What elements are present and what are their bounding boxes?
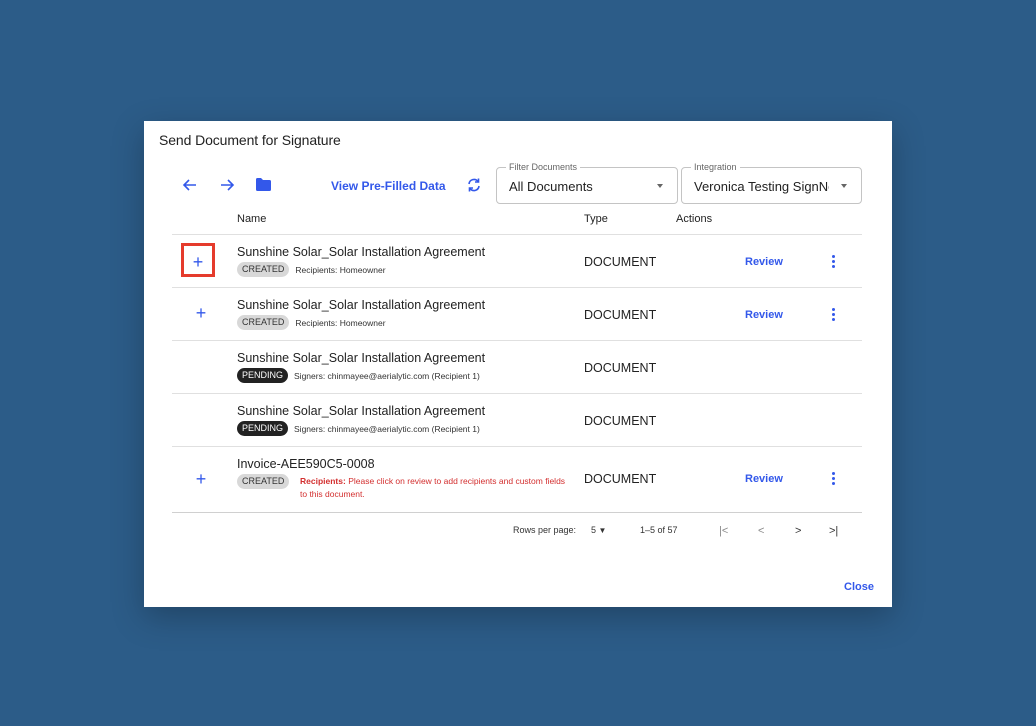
review-button[interactable]: Review: [745, 473, 783, 485]
send-document-dialog: Send Document for Signature View Pre-Fil…: [144, 121, 892, 607]
document-meta: CREATED Recipients: Homeowner: [237, 315, 386, 330]
caret-down-icon: [657, 184, 663, 188]
table-row: Sunshine Solar_Solar Installation Agreem…: [172, 394, 862, 447]
arrow-left-icon[interactable]: [182, 177, 198, 193]
document-name: Sunshine Solar_Solar Installation Agreem…: [237, 404, 486, 418]
caret-down-icon: ▼: [598, 526, 607, 535]
table-row: + Sunshine Solar_Solar Installation Agre…: [172, 288, 862, 341]
recipients-error-text: Recipients: Please click on review to ad…: [300, 475, 570, 501]
table-row: Sunshine Solar_Solar Installation Agreem…: [172, 341, 862, 394]
signers-text: Signers: chinmayee@aerialytic.com (Recip…: [294, 423, 480, 434]
previous-page-icon[interactable]: <: [758, 525, 764, 537]
document-meta: PENDING Signers: chinmayee@aerialytic.co…: [237, 368, 480, 383]
header-type: Type: [584, 213, 608, 225]
table-pagination: Rows per page: 5 ▼ 1–5 of 57 |< < > >|: [144, 521, 892, 543]
recipients-text: Recipients: Homeowner: [295, 264, 386, 275]
integration-select[interactable]: Integration Veronica Testing SignNc: [681, 161, 862, 204]
filter-documents-label: Filter Documents: [506, 161, 581, 173]
header-actions: Actions: [676, 213, 713, 225]
table-row: + Sunshine Solar_Solar Installation Agre…: [172, 235, 862, 288]
first-page-icon[interactable]: |<: [719, 525, 728, 537]
document-type: DOCUMENT: [584, 472, 657, 486]
view-prefilled-data-button[interactable]: View Pre-Filled Data: [331, 179, 446, 193]
next-page-icon[interactable]: >: [795, 525, 801, 537]
document-meta: CREATED: [237, 474, 295, 489]
document-type: DOCUMENT: [584, 361, 657, 375]
more-vert-icon[interactable]: [828, 306, 838, 322]
document-name: Invoice-AEE590C5-0008: [237, 457, 375, 471]
pagination-range: 1–5 of 57: [640, 525, 678, 535]
document-name: Sunshine Solar_Solar Installation Agreem…: [237, 351, 486, 365]
status-badge: CREATED: [237, 474, 290, 489]
table-header: Name Type Actions: [172, 208, 862, 235]
folder-icon[interactable]: [255, 177, 272, 192]
rows-per-page-label: Rows per page:: [513, 525, 577, 535]
document-type: DOCUMENT: [584, 414, 657, 428]
table-row: + Invoice-AEE590C5-0008 CREATED Recipien…: [172, 447, 862, 513]
more-vert-icon[interactable]: [828, 253, 838, 269]
document-type: DOCUMENT: [584, 255, 657, 269]
document-meta: CREATED Recipients: Homeowner: [237, 262, 386, 277]
caret-down-icon: [841, 184, 847, 188]
header-name: Name: [237, 213, 267, 225]
close-button[interactable]: Close: [844, 581, 874, 593]
recipients-error-label: Recipients:: [300, 476, 346, 486]
review-button[interactable]: Review: [745, 309, 783, 321]
document-name: Sunshine Solar_Solar Installation Agreem…: [237, 245, 486, 259]
filter-documents-select[interactable]: Filter Documents All Documents: [496, 161, 678, 204]
signers-text: Signers: chinmayee@aerialytic.com (Recip…: [294, 370, 480, 381]
recipients-text: Recipients: Homeowner: [295, 317, 386, 328]
more-vert-icon[interactable]: [828, 470, 838, 486]
documents-table: Name Type Actions + Sunshine Solar_Solar…: [172, 208, 862, 513]
rows-per-page-select[interactable]: 5 ▼: [591, 525, 606, 535]
refresh-icon[interactable]: [466, 177, 482, 193]
status-badge: CREATED: [237, 262, 290, 277]
arrow-right-icon[interactable]: [219, 177, 235, 193]
document-type: DOCUMENT: [584, 308, 657, 322]
document-meta: PENDING Signers: chinmayee@aerialytic.co…: [237, 421, 480, 436]
dialog-title: Send Document for Signature: [159, 132, 341, 148]
document-name: Sunshine Solar_Solar Installation Agreem…: [237, 298, 486, 312]
status-badge: PENDING: [237, 368, 289, 383]
review-button[interactable]: Review: [745, 256, 783, 268]
add-icon[interactable]: +: [189, 301, 213, 325]
rows-per-page-value: 5: [591, 525, 597, 535]
status-badge: CREATED: [237, 315, 290, 330]
last-page-icon[interactable]: >|: [829, 525, 838, 537]
add-icon[interactable]: +: [189, 467, 213, 491]
integration-value: Veronica Testing SignNc: [694, 179, 829, 194]
filter-documents-value: All Documents: [509, 179, 593, 194]
status-badge: PENDING: [237, 421, 289, 436]
integration-label: Integration: [691, 161, 740, 173]
add-icon[interactable]: +: [181, 243, 215, 277]
